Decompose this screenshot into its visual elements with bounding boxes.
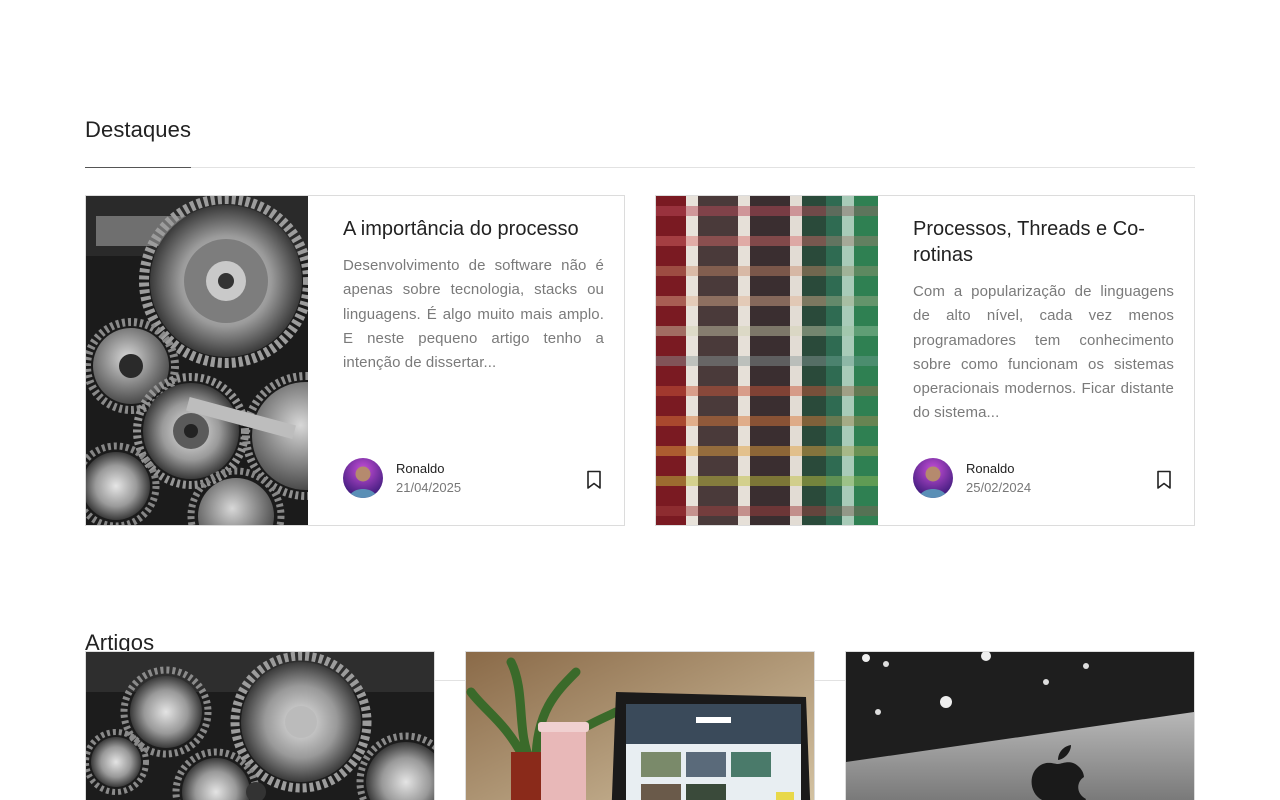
- featured-card-excerpt: Com a popularização de linguagens de alt…: [913, 283, 1174, 422]
- blog-page: Destaques A importância do processo Dese…: [0, 0, 1280, 800]
- bookmark-icon[interactable]: [586, 470, 602, 490]
- featured-card[interactable]: Processos, Threads e Co-rotinas Com a po…: [655, 195, 1195, 526]
- bookmark-icon[interactable]: [1156, 470, 1172, 490]
- featured-card-image-gears[interactable]: [86, 196, 308, 525]
- featured-card-title[interactable]: A importância do processo: [343, 216, 604, 242]
- post-date: 25/02/2024: [966, 480, 1032, 495]
- article-card-image-apple-laptop[interactable]: [845, 651, 1195, 800]
- featured-list: A importância do processo Desenvolviment…: [85, 195, 1195, 526]
- featured-title-underline: [85, 167, 191, 168]
- featured-card-image-thread-spools[interactable]: [656, 196, 878, 525]
- featured-card-excerpt: Desenvolvimento de software não é apenas…: [343, 257, 604, 372]
- author-name[interactable]: Ronaldo: [966, 461, 1014, 476]
- article-card-image-laptop-desk[interactable]: [465, 651, 815, 800]
- article-card-image-gears[interactable]: [85, 651, 435, 800]
- featured-section-title: Destaques: [85, 117, 192, 142]
- featured-card[interactable]: A importância do processo Desenvolviment…: [85, 195, 625, 526]
- featured-section-header: Destaques: [85, 111, 1195, 168]
- avatar[interactable]: [343, 458, 383, 498]
- articles-list: [85, 651, 1195, 800]
- featured-card-footer: Ronaldo 21/04/2025: [343, 458, 604, 500]
- avatar[interactable]: [913, 458, 953, 498]
- author-name[interactable]: Ronaldo: [396, 461, 444, 476]
- post-date: 21/04/2025: [396, 480, 462, 495]
- featured-card-footer: Ronaldo 25/02/2024: [913, 458, 1174, 500]
- featured-card-title[interactable]: Processos, Threads e Co-rotinas: [913, 216, 1174, 268]
